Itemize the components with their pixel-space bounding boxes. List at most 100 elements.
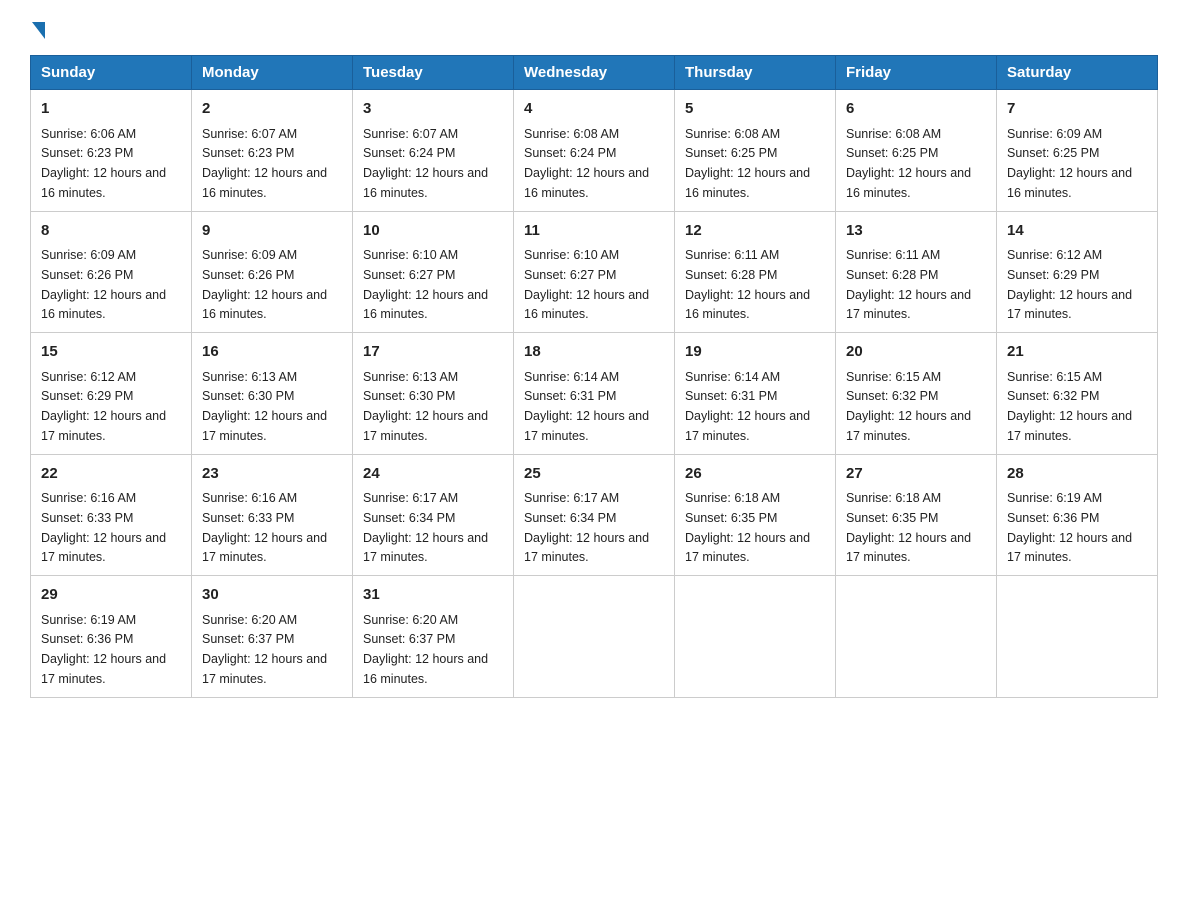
day-sunrise: Sunrise: 6:10 AM bbox=[363, 248, 458, 262]
col-header-wednesday: Wednesday bbox=[514, 56, 675, 90]
day-sunrise: Sunrise: 6:19 AM bbox=[1007, 491, 1102, 505]
day-daylight: Daylight: 12 hours and 17 minutes. bbox=[202, 652, 327, 686]
day-sunset: Sunset: 6:25 PM bbox=[846, 146, 938, 160]
calendar-week-row: 22 Sunrise: 6:16 AM Sunset: 6:33 PM Dayl… bbox=[31, 454, 1158, 576]
day-number: 19 bbox=[685, 341, 825, 364]
day-daylight: Daylight: 12 hours and 16 minutes. bbox=[1007, 166, 1132, 200]
day-sunset: Sunset: 6:37 PM bbox=[363, 632, 455, 646]
day-number: 29 bbox=[41, 584, 181, 607]
day-number: 5 bbox=[685, 98, 825, 121]
day-sunset: Sunset: 6:23 PM bbox=[41, 146, 133, 160]
day-daylight: Daylight: 12 hours and 17 minutes. bbox=[846, 288, 971, 322]
day-number: 17 bbox=[363, 341, 503, 364]
day-number: 24 bbox=[363, 463, 503, 486]
day-sunset: Sunset: 6:28 PM bbox=[846, 268, 938, 282]
calendar-cell: 21 Sunrise: 6:15 AM Sunset: 6:32 PM Dayl… bbox=[997, 333, 1158, 455]
col-header-friday: Friday bbox=[836, 56, 997, 90]
day-sunset: Sunset: 6:25 PM bbox=[1007, 146, 1099, 160]
calendar-cell bbox=[514, 576, 675, 698]
day-number: 21 bbox=[1007, 341, 1147, 364]
day-number: 10 bbox=[363, 220, 503, 243]
day-number: 11 bbox=[524, 220, 664, 243]
day-sunset: Sunset: 6:30 PM bbox=[202, 389, 294, 403]
day-sunset: Sunset: 6:35 PM bbox=[846, 511, 938, 525]
calendar-cell bbox=[836, 576, 997, 698]
calendar-cell: 3 Sunrise: 6:07 AM Sunset: 6:24 PM Dayli… bbox=[353, 90, 514, 212]
day-sunrise: Sunrise: 6:16 AM bbox=[41, 491, 136, 505]
calendar-week-row: 15 Sunrise: 6:12 AM Sunset: 6:29 PM Dayl… bbox=[31, 333, 1158, 455]
day-daylight: Daylight: 12 hours and 17 minutes. bbox=[685, 409, 810, 443]
col-header-thursday: Thursday bbox=[675, 56, 836, 90]
calendar-cell: 13 Sunrise: 6:11 AM Sunset: 6:28 PM Dayl… bbox=[836, 211, 997, 333]
day-sunrise: Sunrise: 6:17 AM bbox=[524, 491, 619, 505]
calendar-cell: 23 Sunrise: 6:16 AM Sunset: 6:33 PM Dayl… bbox=[192, 454, 353, 576]
day-number: 20 bbox=[846, 341, 986, 364]
day-daylight: Daylight: 12 hours and 17 minutes. bbox=[363, 531, 488, 565]
calendar-week-row: 29 Sunrise: 6:19 AM Sunset: 6:36 PM Dayl… bbox=[31, 576, 1158, 698]
day-number: 23 bbox=[202, 463, 342, 486]
day-daylight: Daylight: 12 hours and 16 minutes. bbox=[363, 652, 488, 686]
calendar-cell: 30 Sunrise: 6:20 AM Sunset: 6:37 PM Dayl… bbox=[192, 576, 353, 698]
day-number: 6 bbox=[846, 98, 986, 121]
day-sunset: Sunset: 6:36 PM bbox=[1007, 511, 1099, 525]
day-sunrise: Sunrise: 6:17 AM bbox=[363, 491, 458, 505]
page-header bbox=[30, 20, 1158, 35]
day-sunrise: Sunrise: 6:12 AM bbox=[1007, 248, 1102, 262]
day-sunset: Sunset: 6:26 PM bbox=[202, 268, 294, 282]
day-daylight: Daylight: 12 hours and 16 minutes. bbox=[363, 288, 488, 322]
day-daylight: Daylight: 12 hours and 16 minutes. bbox=[41, 166, 166, 200]
day-daylight: Daylight: 12 hours and 17 minutes. bbox=[202, 409, 327, 443]
day-daylight: Daylight: 12 hours and 17 minutes. bbox=[41, 409, 166, 443]
day-sunset: Sunset: 6:34 PM bbox=[363, 511, 455, 525]
day-sunrise: Sunrise: 6:13 AM bbox=[202, 370, 297, 384]
day-sunrise: Sunrise: 6:11 AM bbox=[685, 248, 779, 262]
day-sunrise: Sunrise: 6:09 AM bbox=[41, 248, 136, 262]
day-sunrise: Sunrise: 6:20 AM bbox=[202, 613, 297, 627]
day-daylight: Daylight: 12 hours and 17 minutes. bbox=[846, 409, 971, 443]
day-daylight: Daylight: 12 hours and 17 minutes. bbox=[41, 531, 166, 565]
day-sunset: Sunset: 6:30 PM bbox=[363, 389, 455, 403]
day-number: 15 bbox=[41, 341, 181, 364]
day-sunset: Sunset: 6:31 PM bbox=[685, 389, 777, 403]
day-number: 2 bbox=[202, 98, 342, 121]
day-sunrise: Sunrise: 6:15 AM bbox=[1007, 370, 1102, 384]
day-daylight: Daylight: 12 hours and 16 minutes. bbox=[363, 166, 488, 200]
day-sunset: Sunset: 6:23 PM bbox=[202, 146, 294, 160]
col-header-tuesday: Tuesday bbox=[353, 56, 514, 90]
day-sunset: Sunset: 6:34 PM bbox=[524, 511, 616, 525]
calendar-cell: 29 Sunrise: 6:19 AM Sunset: 6:36 PM Dayl… bbox=[31, 576, 192, 698]
day-daylight: Daylight: 12 hours and 16 minutes. bbox=[685, 166, 810, 200]
calendar-cell: 15 Sunrise: 6:12 AM Sunset: 6:29 PM Dayl… bbox=[31, 333, 192, 455]
day-sunrise: Sunrise: 6:18 AM bbox=[685, 491, 780, 505]
day-daylight: Daylight: 12 hours and 17 minutes. bbox=[524, 531, 649, 565]
day-number: 28 bbox=[1007, 463, 1147, 486]
calendar-cell: 20 Sunrise: 6:15 AM Sunset: 6:32 PM Dayl… bbox=[836, 333, 997, 455]
day-sunrise: Sunrise: 6:18 AM bbox=[846, 491, 941, 505]
day-sunrise: Sunrise: 6:14 AM bbox=[524, 370, 619, 384]
day-sunset: Sunset: 6:33 PM bbox=[202, 511, 294, 525]
calendar-cell: 17 Sunrise: 6:13 AM Sunset: 6:30 PM Dayl… bbox=[353, 333, 514, 455]
day-daylight: Daylight: 12 hours and 16 minutes. bbox=[202, 166, 327, 200]
day-number: 16 bbox=[202, 341, 342, 364]
day-sunset: Sunset: 6:32 PM bbox=[846, 389, 938, 403]
day-sunrise: Sunrise: 6:13 AM bbox=[363, 370, 458, 384]
calendar-table: SundayMondayTuesdayWednesdayThursdayFrid… bbox=[30, 55, 1158, 698]
calendar-cell: 25 Sunrise: 6:17 AM Sunset: 6:34 PM Dayl… bbox=[514, 454, 675, 576]
day-sunrise: Sunrise: 6:07 AM bbox=[363, 127, 458, 141]
day-sunrise: Sunrise: 6:09 AM bbox=[202, 248, 297, 262]
calendar-cell: 5 Sunrise: 6:08 AM Sunset: 6:25 PM Dayli… bbox=[675, 90, 836, 212]
day-number: 12 bbox=[685, 220, 825, 243]
day-sunset: Sunset: 6:31 PM bbox=[524, 389, 616, 403]
calendar-cell: 16 Sunrise: 6:13 AM Sunset: 6:30 PM Dayl… bbox=[192, 333, 353, 455]
calendar-cell: 24 Sunrise: 6:17 AM Sunset: 6:34 PM Dayl… bbox=[353, 454, 514, 576]
day-number: 22 bbox=[41, 463, 181, 486]
day-sunset: Sunset: 6:37 PM bbox=[202, 632, 294, 646]
day-number: 13 bbox=[846, 220, 986, 243]
calendar-week-row: 1 Sunrise: 6:06 AM Sunset: 6:23 PM Dayli… bbox=[31, 90, 1158, 212]
day-number: 26 bbox=[685, 463, 825, 486]
day-number: 3 bbox=[363, 98, 503, 121]
day-daylight: Daylight: 12 hours and 17 minutes. bbox=[1007, 288, 1132, 322]
day-sunset: Sunset: 6:36 PM bbox=[41, 632, 133, 646]
col-header-saturday: Saturday bbox=[997, 56, 1158, 90]
logo-arrow-icon bbox=[32, 22, 45, 39]
